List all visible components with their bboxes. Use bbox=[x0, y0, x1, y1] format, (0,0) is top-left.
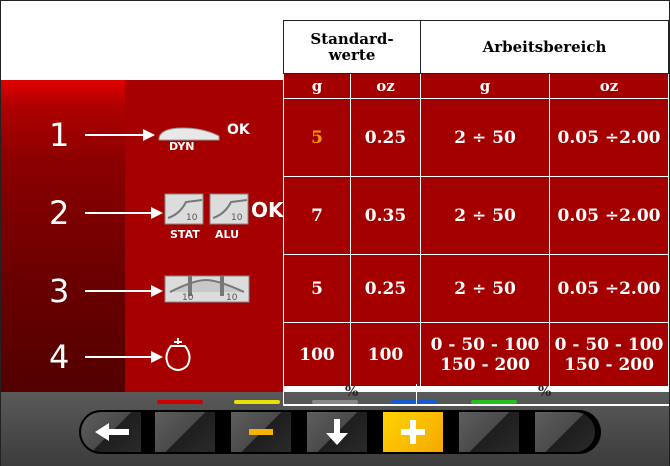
alu-label: ALU bbox=[215, 228, 240, 241]
row4-range-oz: 0 - 50 - 100 150 - 200 bbox=[549, 322, 669, 387]
minus-button[interactable] bbox=[231, 412, 291, 452]
stat-label: STAT bbox=[170, 228, 200, 241]
arrow-3 bbox=[85, 290, 153, 292]
softkey-strip bbox=[79, 410, 601, 454]
arrow-1 bbox=[85, 134, 145, 136]
row4-range-oz-line1: 0 - 50 - 100 bbox=[554, 334, 664, 355]
split-digit-a: 10 bbox=[182, 293, 194, 303]
percent-row: % % bbox=[283, 384, 669, 406]
arrow-head-2 bbox=[151, 207, 163, 219]
percent-divider-mid bbox=[416, 384, 417, 406]
row-number-3: 3 bbox=[49, 272, 70, 310]
subheader-oz-range: oz bbox=[549, 73, 669, 99]
row4-range-g-line2: 150 - 200 bbox=[440, 354, 530, 375]
indicator-yellow bbox=[234, 400, 280, 404]
clip-weight-icon bbox=[165, 338, 191, 371]
back-arrow-icon bbox=[81, 412, 141, 452]
arrow-4 bbox=[85, 356, 153, 358]
stat-alu-icon: 10 10 bbox=[164, 193, 249, 225]
back-button[interactable] bbox=[81, 412, 141, 452]
ok-label-1: OK bbox=[227, 122, 250, 138]
stat-digit: 10 bbox=[186, 213, 198, 223]
values-table: Standard- werte Arbeitsbereich g oz g oz… bbox=[283, 20, 669, 387]
row2-range-oz: 0.05 ÷2.00 bbox=[549, 176, 669, 255]
minus-icon bbox=[231, 412, 291, 452]
screen: 1 OK DYN 2 10 10 OK STAT ALU 3 10 10 4 S… bbox=[0, 0, 670, 466]
row-number-1: 1 bbox=[49, 116, 70, 154]
split-digit-b: 10 bbox=[226, 293, 238, 303]
row4-std-oz: 100 bbox=[350, 322, 421, 387]
row4-range-g: 0 - 50 - 100 150 - 200 bbox=[420, 322, 550, 387]
header-working-range: Arbeitsbereich bbox=[420, 20, 669, 74]
row3-range-g: 2 ÷ 50 bbox=[420, 254, 550, 323]
row3-range-oz: 0.05 ÷2.00 bbox=[549, 254, 669, 323]
row1-std-g: 5 bbox=[283, 98, 351, 177]
row1-range-g: 2 ÷ 50 bbox=[420, 98, 550, 177]
row2-range-g: 2 ÷ 50 bbox=[420, 176, 550, 255]
row2-std-g: 7 bbox=[283, 176, 351, 255]
row4-std-g: 100 bbox=[283, 322, 351, 387]
down-arrow-icon bbox=[307, 412, 367, 452]
arrow-head-4 bbox=[151, 351, 163, 363]
percent-divider-left bbox=[283, 384, 284, 406]
row2-std-oz: 0.35 bbox=[350, 176, 421, 255]
dyn-label: DYN bbox=[169, 140, 195, 153]
blank-button-2[interactable] bbox=[459, 412, 519, 452]
arrow-2 bbox=[85, 212, 153, 214]
alu-digit: 10 bbox=[231, 213, 243, 223]
row4-range-g-line1: 0 - 50 - 100 bbox=[430, 334, 540, 355]
down-button[interactable] bbox=[307, 412, 367, 452]
blank-button-3[interactable] bbox=[535, 412, 595, 452]
left-panel: 1 OK DYN 2 10 10 OK STAT ALU 3 10 10 4 bbox=[1, 80, 284, 392]
blank-button-1[interactable] bbox=[155, 412, 215, 452]
header-standard-values: Standard- werte bbox=[283, 20, 421, 74]
subheader-g-range: g bbox=[420, 73, 550, 99]
arrow-head-3 bbox=[151, 285, 163, 297]
ok-label-2: OK bbox=[251, 198, 284, 222]
row1-std-oz: 0.25 bbox=[350, 98, 421, 177]
row-number-4: 4 bbox=[49, 338, 70, 376]
percent-range: % bbox=[538, 384, 552, 400]
row4-range-oz-line2: 150 - 200 bbox=[564, 354, 654, 375]
percent-standard: % bbox=[345, 384, 359, 400]
subheader-oz-standard: oz bbox=[350, 73, 421, 99]
plus-icon bbox=[383, 412, 443, 452]
percent-underline bbox=[283, 404, 669, 406]
row3-std-oz: 0.25 bbox=[350, 254, 421, 323]
split-weight-icon: 10 10 bbox=[164, 275, 250, 303]
subheader-g-standard: g bbox=[283, 73, 351, 99]
row3-std-g: 5 bbox=[283, 254, 351, 323]
plus-button[interactable] bbox=[383, 412, 443, 452]
row1-range-oz: 0.05 ÷2.00 bbox=[549, 98, 669, 177]
arrow-head-1 bbox=[143, 129, 155, 141]
row-number-2: 2 bbox=[49, 194, 70, 232]
indicator-red bbox=[157, 400, 203, 404]
